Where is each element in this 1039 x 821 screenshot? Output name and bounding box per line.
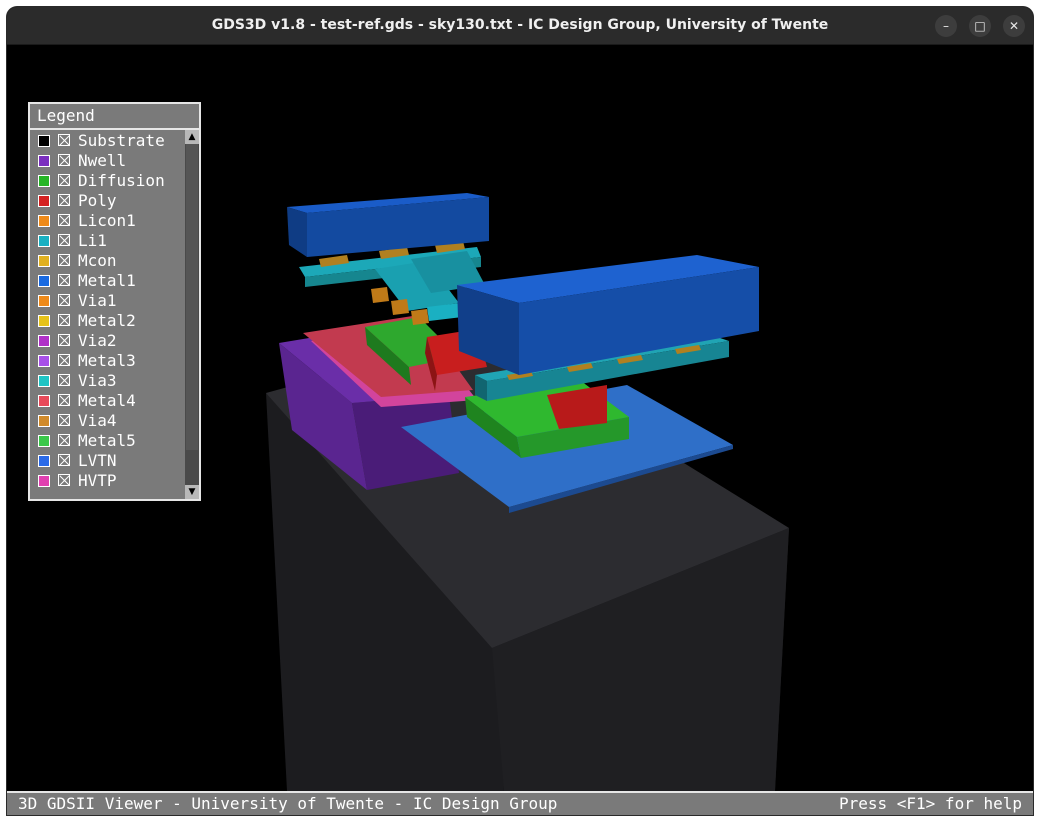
layer-visibility-checkbox-icon[interactable] <box>58 234 70 246</box>
via1-c <box>411 309 429 325</box>
status-text: 3D GDSII Viewer - University of Twente -… <box>18 794 558 813</box>
layer-color-swatch[interactable] <box>38 315 50 327</box>
legend-item-via4[interactable]: Via4 <box>30 411 186 431</box>
legend-item-diffusion[interactable]: Diffusion <box>30 171 186 191</box>
legend-item-li1[interactable]: Li1 <box>30 231 186 251</box>
layer-color-swatch[interactable] <box>38 235 50 247</box>
legend-item-mcon[interactable]: Mcon <box>30 251 186 271</box>
minimize-button[interactable]: – <box>935 15 957 37</box>
legend-item-label: Nwell <box>78 151 127 170</box>
scroll-down-arrow-icon[interactable]: ▼ <box>185 485 199 499</box>
window-title: GDS3D v1.8 - test-ref.gds - sky130.txt -… <box>211 17 829 33</box>
layer-color-swatch[interactable] <box>38 395 50 407</box>
layer-color-swatch[interactable] <box>38 195 50 207</box>
legend-item-label: Metal4 <box>78 391 136 410</box>
legend-item-label: Via1 <box>78 291 117 310</box>
layer-color-swatch[interactable] <box>38 375 50 387</box>
legend-item-metal2[interactable]: Metal2 <box>30 311 186 331</box>
legend-item-label: Licon1 <box>78 211 136 230</box>
layer-visibility-checkbox-icon[interactable] <box>58 154 70 166</box>
legend-item-via1[interactable]: Via1 <box>30 291 186 311</box>
layer-color-swatch[interactable] <box>38 295 50 307</box>
legend-item-hvtp[interactable]: HVTP <box>30 471 186 491</box>
layer-color-swatch[interactable] <box>38 455 50 467</box>
layer-color-swatch[interactable] <box>38 475 50 487</box>
scroll-up-arrow-icon[interactable]: ▲ <box>185 130 199 144</box>
legend-item-metal4[interactable]: Metal4 <box>30 391 186 411</box>
legend-item-label: HVTP <box>78 471 117 490</box>
layer-visibility-checkbox-icon[interactable] <box>58 414 70 426</box>
layer-color-swatch[interactable] <box>38 135 50 147</box>
layer-visibility-checkbox-icon[interactable] <box>58 214 70 226</box>
layer-color-swatch[interactable] <box>38 175 50 187</box>
legend-item-label: Via4 <box>78 411 117 430</box>
maximize-button[interactable]: □ <box>969 15 991 37</box>
layer-visibility-checkbox-icon[interactable] <box>58 134 70 146</box>
legend-item-label: Via3 <box>78 371 117 390</box>
legend-item-poly[interactable]: Poly <box>30 191 186 211</box>
legend-item-substrate[interactable]: Substrate <box>30 131 186 151</box>
layer-visibility-checkbox-icon[interactable] <box>58 354 70 366</box>
layer-visibility-checkbox-icon[interactable] <box>58 474 70 486</box>
legend-item-label: Metal1 <box>78 271 136 290</box>
layer-visibility-checkbox-icon[interactable] <box>58 254 70 266</box>
legend-item-label: Substrate <box>78 131 165 150</box>
layer-color-swatch[interactable] <box>38 275 50 287</box>
legend-item-metal3[interactable]: Metal3 <box>30 351 186 371</box>
layer-visibility-checkbox-icon[interactable] <box>58 314 70 326</box>
legend-item-label: Poly <box>78 191 117 210</box>
legend-panel: Legend Substrate Nwell Diffusion Poly Licon1… <box>28 102 201 501</box>
layer-color-swatch[interactable] <box>38 155 50 167</box>
layer-visibility-checkbox-icon[interactable] <box>58 174 70 186</box>
app-window: GDS3D v1.8 - test-ref.gds - sky130.txt -… <box>7 7 1033 815</box>
legend-item-label: Metal2 <box>78 311 136 330</box>
legend-item-label: Metal3 <box>78 351 136 370</box>
legend-item-licon1[interactable]: Licon1 <box>30 211 186 231</box>
layer-visibility-checkbox-icon[interactable] <box>58 434 70 446</box>
via1-b <box>391 299 409 315</box>
layer-color-swatch[interactable] <box>38 355 50 367</box>
scroll-thumb[interactable] <box>186 144 198 450</box>
3d-viewport[interactable]: Legend Substrate Nwell Diffusion Poly Licon1… <box>7 45 1033 791</box>
close-button[interactable]: ✕ <box>1003 15 1025 37</box>
legend-item-metal5[interactable]: Metal5 <box>30 431 186 451</box>
help-hint: Press <F1> for help <box>838 794 1022 813</box>
legend-item-lvtn[interactable]: LVTN <box>30 451 186 471</box>
layer-visibility-checkbox-icon[interactable] <box>58 274 70 286</box>
legend-title: Legend <box>30 104 199 130</box>
legend-item-via2[interactable]: Via2 <box>30 331 186 351</box>
legend-item-label: Mcon <box>78 251 117 270</box>
layer-color-swatch[interactable] <box>38 215 50 227</box>
legend-item-metal1[interactable]: Metal1 <box>30 271 186 291</box>
status-bar: 3D GDSII Viewer - University of Twente -… <box>7 791 1033 815</box>
layer-visibility-checkbox-icon[interactable] <box>58 374 70 386</box>
legend-item-label: Diffusion <box>78 171 165 190</box>
layer-visibility-checkbox-icon[interactable] <box>58 454 70 466</box>
metal1-back-side <box>287 207 307 257</box>
layer-visibility-checkbox-icon[interactable] <box>58 294 70 306</box>
layer-color-swatch[interactable] <box>38 335 50 347</box>
layer-color-swatch[interactable] <box>38 415 50 427</box>
legend-list: Substrate Nwell Diffusion Poly Licon1 Li1 Mcon… <box>30 131 186 491</box>
legend-item-label: Li1 <box>78 231 107 250</box>
layer-visibility-checkbox-icon[interactable] <box>58 334 70 346</box>
layer-visibility-checkbox-icon[interactable] <box>58 194 70 206</box>
legend-item-nwell[interactable]: Nwell <box>30 151 186 171</box>
title-bar[interactable]: GDS3D v1.8 - test-ref.gds - sky130.txt -… <box>7 7 1033 45</box>
legend-item-label: LVTN <box>78 451 117 470</box>
via1-a <box>371 287 389 303</box>
legend-item-label: Via2 <box>78 331 117 350</box>
legend-item-via3[interactable]: Via3 <box>30 371 186 391</box>
legend-scrollbar[interactable]: ▲ ▼ <box>185 130 199 499</box>
layer-color-swatch[interactable] <box>38 435 50 447</box>
layer-visibility-checkbox-icon[interactable] <box>58 394 70 406</box>
layer-color-swatch[interactable] <box>38 255 50 267</box>
legend-item-label: Metal5 <box>78 431 136 450</box>
